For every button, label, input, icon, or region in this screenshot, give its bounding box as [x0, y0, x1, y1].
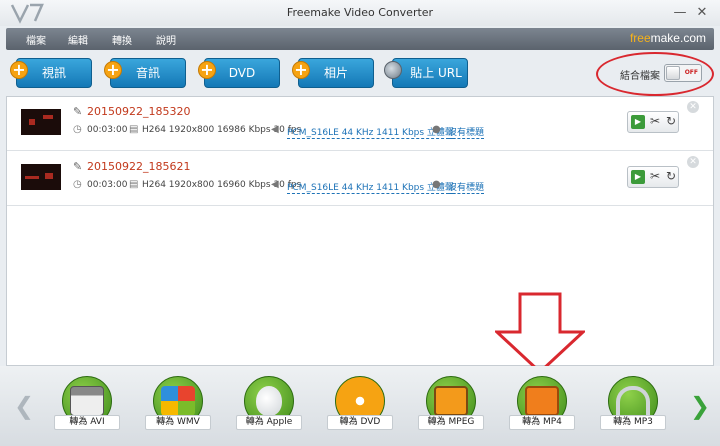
- menu-convert[interactable]: 轉換: [112, 32, 132, 47]
- brand-part-1: free: [629, 31, 651, 45]
- to-apple-button[interactable]: 轉為 Apple: [236, 376, 302, 432]
- subtitle-link[interactable]: 沒有標題: [448, 180, 485, 194]
- to-mpeg-button[interactable]: 轉為 MPEG: [418, 376, 484, 432]
- audio-track-link[interactable]: PCM_S16LE 44 KHz 1411 Kbps 立體聲: [287, 180, 454, 194]
- to-dvd-label: 轉為 DVD: [327, 415, 393, 430]
- audio-track-link[interactable]: PCM_S16LE 44 KHz 1411 Kbps 立體聲: [287, 125, 454, 139]
- title-bar: Freemake Video Converter — ✕: [0, 0, 720, 26]
- file-name[interactable]: 20150922_185621: [87, 160, 190, 173]
- to-apple-label: 轉為 Apple: [236, 415, 302, 430]
- brand-part-2: make.com: [650, 31, 706, 45]
- to-mp3-label: 轉為 MP3: [600, 415, 666, 430]
- mp3-headphones-icon: [616, 386, 650, 416]
- to-mpeg-label: 轉為 MPEG: [418, 415, 484, 430]
- file-row[interactable]: ✎ 20150922_185320 ◷ 00:03:00 ▤ H264 1920…: [7, 97, 713, 151]
- clock-icon: ◷: [73, 179, 82, 190]
- file-name[interactable]: 20150922_185320: [87, 105, 190, 118]
- remove-file-icon[interactable]: ✕: [687, 156, 699, 168]
- file-controls: ▶ ✂ ↻: [627, 166, 679, 188]
- subtitle-link[interactable]: 沒有標題: [448, 125, 485, 139]
- wmv-windows-icon: [161, 386, 195, 416]
- window-title: Freemake Video Converter: [286, 6, 434, 19]
- close-button[interactable]: ✕: [694, 5, 710, 21]
- subtitle-bubble-icon: ●: [432, 179, 441, 190]
- mp4-film-icon: [525, 386, 559, 416]
- add-audio-plus-icon: +: [104, 61, 122, 79]
- subtitle-bubble-icon: ●: [432, 124, 441, 135]
- rotate-icon[interactable]: ↻: [666, 114, 676, 128]
- video-thumbnail: [21, 109, 61, 135]
- play-icon[interactable]: ▶: [631, 170, 645, 184]
- rename-pencil-icon[interactable]: ✎: [73, 105, 82, 118]
- speaker-icon: ◀: [271, 179, 279, 190]
- file-list: ✎ 20150922_185320 ◷ 00:03:00 ▤ H264 1920…: [6, 96, 714, 366]
- annotation-red-arrow: [495, 292, 585, 374]
- avi-clapper-icon: [70, 386, 104, 416]
- speaker-icon: ◀: [271, 124, 279, 135]
- to-avi-label: 轉為 AVI: [54, 415, 120, 430]
- menu-bar: 檔案 編輯 轉換 說明 freemake.com: [6, 28, 714, 50]
- menu-edit[interactable]: 編輯: [68, 32, 88, 47]
- to-wmv-button[interactable]: 轉為 WMV: [145, 376, 211, 432]
- remove-file-icon[interactable]: ✕: [687, 101, 699, 113]
- add-photo-plus-icon: +: [292, 61, 310, 79]
- menu-help[interactable]: 說明: [156, 32, 176, 47]
- annotation-red-ellipse: [596, 52, 714, 96]
- paste-url-button[interactable]: 貼上 URL: [392, 58, 468, 88]
- mpeg-tv-icon: [434, 386, 468, 416]
- clock-icon: ◷: [73, 124, 82, 135]
- play-icon[interactable]: ▶: [631, 115, 645, 129]
- globe-icon: [384, 61, 402, 79]
- minimize-button[interactable]: —: [672, 5, 688, 21]
- apple-icon: [256, 386, 282, 416]
- dvd-disc-icon: [343, 386, 377, 416]
- video-thumbnail: [21, 164, 61, 190]
- file-row[interactable]: ✎ 20150922_185621 ◷ 00:03:00 ▤ H264 1920…: [7, 152, 713, 206]
- to-wmv-label: 轉為 WMV: [145, 415, 211, 430]
- to-mp4-button[interactable]: 轉為 MP4: [509, 376, 575, 432]
- to-dvd-button[interactable]: 轉為 DVD: [327, 376, 393, 432]
- scroll-right-icon[interactable]: ❯: [690, 392, 710, 420]
- scissors-icon[interactable]: ✂: [650, 169, 660, 183]
- rotate-icon[interactable]: ↻: [666, 169, 676, 183]
- file-controls: ▶ ✂ ↻: [627, 111, 679, 133]
- scroll-left-icon[interactable]: ❮: [14, 392, 34, 420]
- rename-pencil-icon[interactable]: ✎: [73, 160, 82, 173]
- brand-link[interactable]: freemake.com: [630, 31, 706, 45]
- duration: 00:03:00: [87, 180, 128, 190]
- duration: 00:03:00: [87, 125, 128, 135]
- add-video-plus-icon: +: [10, 61, 28, 79]
- menu-file[interactable]: 檔案: [26, 32, 46, 47]
- to-mp4-label: 轉為 MP4: [509, 415, 575, 430]
- to-mp3-button[interactable]: 轉為 MP3: [600, 376, 666, 432]
- film-icon: ▤: [129, 179, 139, 190]
- film-icon: ▤: [129, 124, 139, 135]
- scissors-icon[interactable]: ✂: [650, 114, 660, 128]
- to-avi-button[interactable]: 轉為 AVI: [54, 376, 120, 432]
- add-dvd-plus-icon: +: [198, 61, 216, 79]
